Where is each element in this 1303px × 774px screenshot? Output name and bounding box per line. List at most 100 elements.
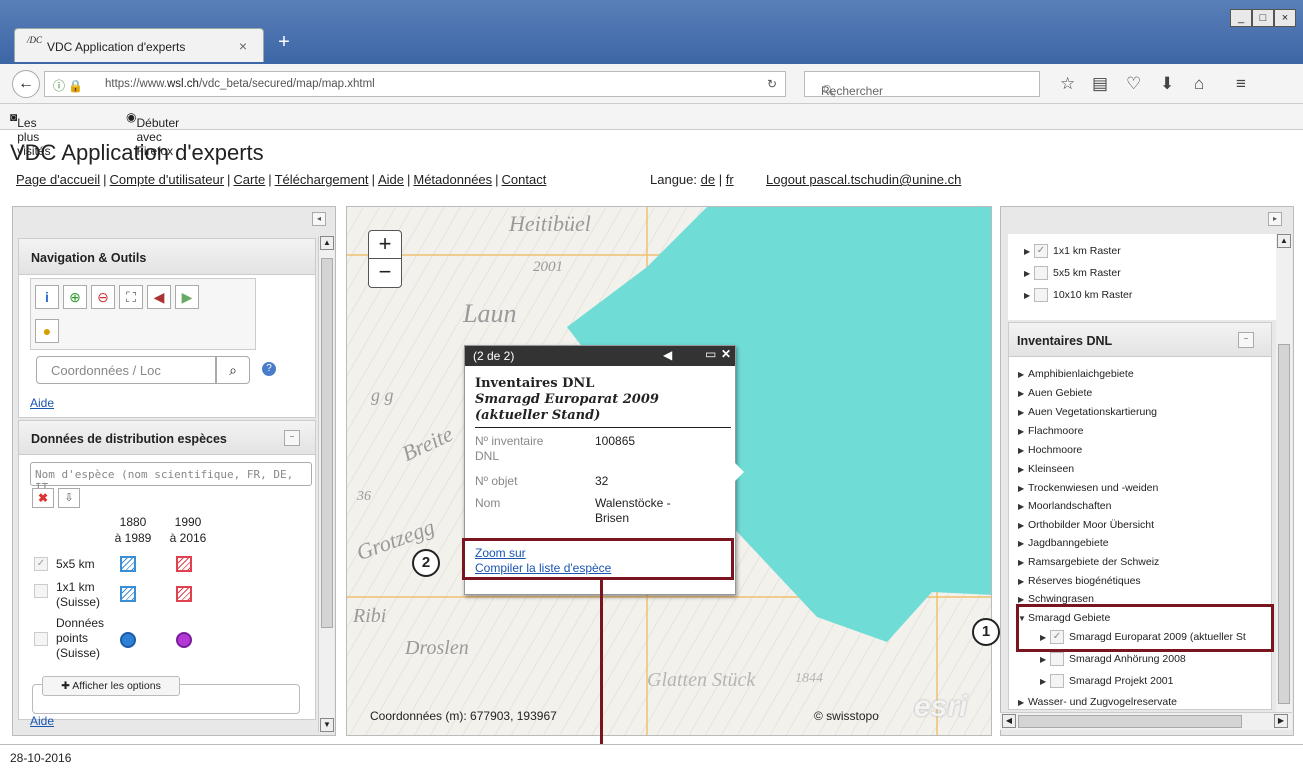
smaragd-checkbox[interactable] <box>1050 674 1064 688</box>
zoom-in-button[interactable]: + <box>369 231 401 259</box>
bookmark-getting-started[interactable]: ◉ Débuter avec Firefox <box>126 110 179 158</box>
tree-item-raster[interactable]: ▶ ✓ 1x1 km Raster <box>1024 244 1121 258</box>
close-popup-icon[interactable]: ✕ <box>721 347 731 361</box>
nav-contact[interactable]: Contact <box>502 172 547 187</box>
lang-de-link[interactable]: de <box>701 172 715 187</box>
row-1x1-checkbox[interactable] <box>34 584 48 598</box>
raster-checkbox[interactable]: ✓ <box>1034 244 1048 258</box>
nav-metadata[interactable]: Métadonnées <box>413 172 492 187</box>
browser-search-input[interactable]: 🔍︎ Rechercher <box>804 71 1040 98</box>
help-link-navigation[interactable]: Aide <box>30 396 54 410</box>
tree-item-dnl[interactable]: ▶ Wasser- und Zugvogelreservate <box>1018 696 1177 708</box>
url-bar[interactable]: ⓘ 🔒 https://www.wsl.ch/vdc_beta/secured/… <box>44 71 786 97</box>
hatch-red-5x5-icon[interactable] <box>176 556 192 572</box>
home-icon[interactable]: ⌂ <box>1194 74 1204 94</box>
row-points-checkbox[interactable] <box>34 632 48 646</box>
tree-item-dnl[interactable]: ▶ Trockenwiesen und -weiden <box>1018 482 1158 494</box>
next-extent-tool-icon[interactable]: ▶ <box>175 285 199 309</box>
maximize-popup-icon[interactable]: ▭ <box>705 347 716 361</box>
pan-tool-icon[interactable]: ● <box>35 319 59 343</box>
help-icon[interactable]: ? <box>262 362 276 376</box>
tree-item-raster[interactable]: ▶ 5x5 km Raster <box>1024 266 1121 280</box>
tree-item-dnl[interactable]: ▶ Réserves biogénétiques <box>1018 575 1141 587</box>
menu-icon[interactable]: ≡ <box>1236 74 1246 94</box>
library-icon[interactable]: ▤ <box>1092 74 1108 94</box>
tree-item-dnl[interactable]: ▶ Moorlandschaften <box>1018 500 1111 512</box>
nav-download[interactable]: Téléchargement <box>275 172 369 187</box>
footer-date: 28-10-2016 <box>10 751 72 765</box>
tree-item-dnl[interactable]: ▶ Amphibienlaichgebiete <box>1018 368 1134 380</box>
maximize-window-button[interactable]: □ <box>1252 9 1274 27</box>
tree-item-dnl[interactable]: ▶ Auen Gebiete <box>1018 387 1092 399</box>
minimize-window-button[interactable]: _ <box>1230 9 1252 27</box>
zoom-extent-tool-icon[interactable]: ⛶ <box>119 285 143 309</box>
scroll-thumb[interactable] <box>321 258 333 628</box>
pocket-icon[interactable]: ♡ <box>1126 74 1141 94</box>
tree-item-dnl[interactable]: ▶ Jagdbanngebiete <box>1018 537 1109 549</box>
tree-item-smaragd-sub[interactable]: ▶ Smaragd Projekt 2001 <box>1040 674 1173 688</box>
tree-item-dnl[interactable]: ▶ Auen Vegetationskartierung <box>1018 406 1157 418</box>
scroll-down-arrow-icon[interactable]: ▼ <box>320 718 334 732</box>
tree-item-dnl[interactable]: ▶ Ramsargebiete der Schweiz <box>1018 556 1159 568</box>
main-nav: Page d'accueil | Compte d'utilisateur | Cart… <box>16 172 547 187</box>
nav-help[interactable]: Aide <box>378 172 404 187</box>
smaragd-checkbox[interactable] <box>1050 652 1064 666</box>
bookmark-star-icon[interactable]: ☆ <box>1060 74 1075 94</box>
scroll-up-arrow-icon[interactable]: ▲ <box>320 236 334 250</box>
close-window-button[interactable]: × <box>1274 9 1296 27</box>
collapse-dnl-button[interactable]: − <box>1238 332 1254 348</box>
browser-tab[interactable]: /DC VDC Application d'experts × <box>14 28 264 62</box>
previous-arrow-icon[interactable]: ◀ <box>663 348 672 362</box>
nav-map[interactable]: Carte <box>233 172 265 187</box>
map-label: 2001 <box>533 259 563 275</box>
scroll-thumb[interactable] <box>1278 344 1290 704</box>
scroll-right-arrow-icon[interactable]: ▶ <box>1274 714 1288 728</box>
reload-icon[interactable]: ↻ <box>767 77 777 91</box>
zoom-out-button[interactable]: − <box>369 259 401 287</box>
tree-item-dnl[interactable]: ▶ Flachmoore <box>1018 425 1083 437</box>
previous-extent-tool-icon[interactable]: ◀ <box>147 285 171 309</box>
zoom-in-tool-icon[interactable]: ⊕ <box>63 285 87 309</box>
nav-home[interactable]: Page d'accueil <box>16 172 100 187</box>
collapse-left-panel-button[interactable]: ◂ <box>312 212 326 226</box>
hatch-blue-1x1-icon[interactable] <box>120 586 136 602</box>
raster-checkbox[interactable] <box>1034 288 1048 302</box>
tree-item-dnl[interactable]: ▶ Hochmoore <box>1018 444 1082 456</box>
close-tab-icon[interactable]: × <box>239 38 247 54</box>
lang-fr-link[interactable]: fr <box>726 172 734 187</box>
export-species-button[interactable]: ⇩ <box>58 488 80 508</box>
tree-item-smaragd-sub[interactable]: ▶ Smaragd Anhörung 2008 <box>1040 652 1186 666</box>
tree-item-raster[interactable]: ▶ 10x10 km Raster <box>1024 288 1132 302</box>
collapse-distribution-button[interactable]: − <box>284 430 300 446</box>
hatch-red-1x1-icon[interactable] <box>176 586 192 602</box>
left-panel-scrollbar[interactable]: ▲ ▼ <box>318 236 334 732</box>
tree-item-dnl[interactable]: ▶ Orthobilder Moor Übersicht <box>1018 519 1154 531</box>
scroll-left-arrow-icon[interactable]: ◀ <box>1002 714 1016 728</box>
zoom-out-tool-icon[interactable]: ⊖ <box>91 285 115 309</box>
hatch-blue-5x5-icon[interactable] <box>120 556 136 572</box>
points-purple-icon[interactable] <box>176 632 192 648</box>
points-blue-icon[interactable] <box>120 632 136 648</box>
hscroll-thumb[interactable] <box>1018 715 1242 728</box>
logout-link[interactable]: Logout pascal.tschudin@unine.ch <box>766 172 961 187</box>
row-5x5-checkbox[interactable]: ✓ <box>34 557 48 571</box>
coordinates-search-button[interactable]: ⌕ <box>216 356 250 384</box>
tree-item-dnl[interactable]: ▶ Kleinseen <box>1018 463 1074 475</box>
new-tab-button[interactable]: + <box>272 30 296 54</box>
coordinates-search-input[interactable]: Coordonnées / Loc <box>36 356 216 384</box>
show-options-button[interactable]: ✚ Afficher les options <box>42 676 180 696</box>
species-search-input[interactable]: Nom d'espèce (nom scientifique, FR, DE, … <box>30 462 312 494</box>
raster-checkbox[interactable] <box>1034 266 1048 280</box>
scroll-up-arrow-icon[interactable]: ▲ <box>1277 234 1291 248</box>
nav-account[interactable]: Compte d'utilisateur <box>110 172 224 187</box>
back-button[interactable]: ← <box>12 70 40 98</box>
navigation-tools-title: Navigation & Outils <box>19 239 315 275</box>
right-panel-hscrollbar[interactable]: ◀ ▶ <box>1000 712 1292 730</box>
bookmark-most-visited[interactable]: ◙ Les plus visités <box>10 110 51 158</box>
info-tool-icon[interactable]: i <box>35 285 59 309</box>
clear-species-button[interactable]: ✖ <box>32 488 54 508</box>
download-icon[interactable]: ⬇ <box>1160 74 1174 94</box>
collapse-right-panel-button[interactable]: ▸ <box>1268 212 1282 226</box>
help-link-distribution[interactable]: Aide <box>30 714 54 728</box>
right-panel-scrollbar[interactable]: ▲ <box>1276 234 1292 712</box>
